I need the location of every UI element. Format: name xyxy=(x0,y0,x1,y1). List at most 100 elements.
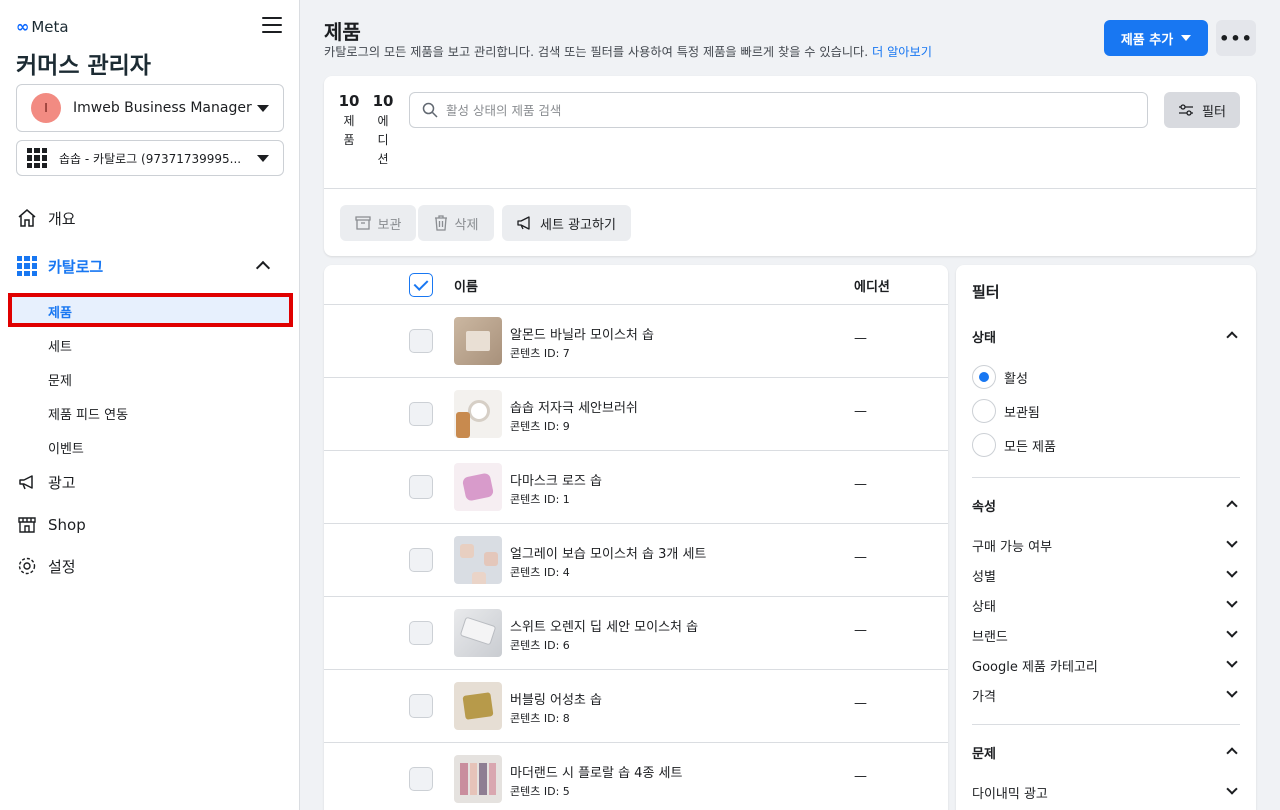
filter-attr-google-category[interactable]: Google 제품 카테고리 xyxy=(972,656,1240,675)
product-name[interactable]: 얼그레이 보습 모이스처 솝 3개 세트 xyxy=(510,543,706,562)
learn-more-link[interactable]: 더 알아보기 xyxy=(872,45,932,59)
delete-label: 삭제 xyxy=(454,217,479,233)
row-checkbox[interactable] xyxy=(409,329,433,353)
select-all-checkbox[interactable] xyxy=(409,273,433,297)
business-selector[interactable]: I Imweb Business Manager xyxy=(16,84,284,132)
product-content-id: 콘텐츠 ID: 5 xyxy=(510,785,570,798)
delete-button[interactable]: 삭제 xyxy=(418,205,494,241)
filter-attr-condition[interactable]: 상태 xyxy=(972,596,1240,615)
catalog-selector[interactable]: 솝솝 - 카탈로그 (97371739995... xyxy=(16,140,284,176)
radio-active[interactable]: 활성 xyxy=(972,365,1028,389)
product-edition: — xyxy=(854,550,867,565)
meta-brand-text: Meta xyxy=(31,17,69,36)
app-title: 커머스 관리자 xyxy=(16,53,151,79)
chevron-down-icon xyxy=(1226,566,1238,578)
radio-archived[interactable]: 보관됨 xyxy=(972,399,1040,423)
nav-overview[interactable]: 개요 xyxy=(16,207,76,229)
caret-down-icon xyxy=(257,104,269,112)
radio-all-products[interactable]: 모든 제품 xyxy=(972,433,1056,457)
row-checkbox[interactable] xyxy=(409,694,433,718)
filter-button[interactable]: 필터 xyxy=(1164,92,1240,128)
hamburger-menu-icon[interactable] xyxy=(262,17,282,35)
search-input[interactable] xyxy=(446,102,1147,118)
chevron-up-icon[interactable] xyxy=(1226,331,1238,343)
row-checkbox[interactable] xyxy=(409,621,433,645)
product-edition: — xyxy=(854,623,867,638)
archive-label: 보관 xyxy=(377,217,402,233)
product-edition: — xyxy=(854,404,867,419)
archive-button[interactable]: 보관 xyxy=(340,205,416,241)
radio-button[interactable] xyxy=(972,399,996,423)
table-row[interactable]: 알몬드 바닐라 모이스처 솝 콘텐츠 ID: 7 — xyxy=(324,305,948,378)
filter-panel: 필터 상태 활성 보관됨 모든 제품 속성 구매 가능 여부 성별 상태 브랜드… xyxy=(956,265,1256,810)
chevron-up-icon[interactable] xyxy=(255,260,271,276)
search-box[interactable] xyxy=(409,92,1148,128)
filter-attr-price[interactable]: 가격 xyxy=(972,686,1240,705)
radio-button[interactable] xyxy=(972,433,996,457)
row-checkbox[interactable] xyxy=(409,548,433,572)
nav-catalog-label: 카탈로그 xyxy=(48,257,104,276)
product-name[interactable]: 솝솝 저자극 세안브러쉬 xyxy=(510,397,638,416)
product-name[interactable]: 스위트 오렌지 딥 세안 모이스처 솝 xyxy=(510,616,698,635)
filter-section-status[interactable]: 상태 xyxy=(972,327,996,346)
nav-settings[interactable]: 설정 xyxy=(16,555,76,577)
gear-icon xyxy=(16,555,38,577)
nav-ads[interactable]: 광고 xyxy=(16,471,76,493)
table-row[interactable]: 솝솝 저자극 세안브러쉬 콘텐츠 ID: 9 — xyxy=(324,378,948,451)
megaphone-icon xyxy=(517,216,530,230)
sidebar-item-events[interactable]: 이벤트 xyxy=(48,438,84,457)
radio-button[interactable] xyxy=(972,365,996,389)
row-checkbox[interactable] xyxy=(409,402,433,426)
product-name[interactable]: 버블링 어성초 솝 xyxy=(510,689,602,708)
table-row[interactable]: 얼그레이 보습 모이스처 솝 3개 세트 콘텐츠 ID: 4 — xyxy=(324,524,948,597)
row-checkbox[interactable] xyxy=(409,475,433,499)
sidebar: ∞ Meta 커머스 관리자 I Imweb Business Manager … xyxy=(0,0,300,810)
filter-attr-gender[interactable]: 성별 xyxy=(972,566,1240,585)
product-name[interactable]: 알몬드 바닐라 모이스처 솝 xyxy=(510,324,654,343)
product-name[interactable]: 마더랜드 시 플로랄 솝 4종 세트 xyxy=(510,762,682,781)
page-description-text: 카탈로그의 모든 제품을 보고 관리합니다. 검색 또는 필터를 사용하여 특정… xyxy=(324,45,869,59)
table-header: 이름 에디션 xyxy=(324,265,948,305)
filter-section-issues[interactable]: 문제 xyxy=(972,743,996,762)
page-title: 제품 xyxy=(324,20,361,44)
filter-attr-brand[interactable]: 브랜드 xyxy=(972,626,1240,645)
more-options-button[interactable]: ••• xyxy=(1216,20,1256,56)
nav-catalog[interactable]: 카탈로그 xyxy=(16,255,103,277)
column-header-name[interactable]: 이름 xyxy=(454,276,478,295)
sidebar-item-feeds[interactable]: 제품 피드 연동 xyxy=(48,404,128,423)
meta-logo[interactable]: ∞ Meta xyxy=(16,17,69,36)
chevron-up-icon[interactable] xyxy=(1226,500,1238,512)
search-icon xyxy=(422,102,438,118)
caret-down-icon xyxy=(257,154,269,162)
filter-section-attributes[interactable]: 속성 xyxy=(972,496,996,515)
table-row[interactable]: 다마스크 로즈 솝 콘텐츠 ID: 1 — xyxy=(324,451,948,524)
nav-shop-label: Shop xyxy=(48,516,86,534)
add-product-button[interactable]: 제품 추가 xyxy=(1104,20,1208,56)
add-product-label: 제품 추가 xyxy=(1120,32,1174,48)
chevron-down-icon xyxy=(1226,536,1238,548)
table-row[interactable]: 마더랜드 시 플로랄 솝 4종 세트 콘텐츠 ID: 5 — xyxy=(324,743,948,810)
nav-shop[interactable]: Shop xyxy=(16,514,86,536)
column-header-edition[interactable]: 에디션 xyxy=(854,276,890,295)
sidebar-item-sets[interactable]: 세트 xyxy=(48,336,72,355)
business-avatar: I xyxy=(31,93,61,123)
product-content-id: 콘텐츠 ID: 9 xyxy=(510,420,570,433)
home-icon xyxy=(16,207,38,229)
product-name[interactable]: 다마스크 로즈 솝 xyxy=(510,470,602,489)
product-thumbnail xyxy=(454,536,502,584)
promote-set-button[interactable]: 세트 광고하기 xyxy=(502,205,631,241)
table-row[interactable]: 버블링 어성초 솝 콘텐츠 ID: 8 — xyxy=(324,670,948,743)
grid-icon xyxy=(27,148,47,168)
table-row[interactable]: 스위트 오렌지 딥 세안 모이스처 솝 콘텐츠 ID: 6 — xyxy=(324,597,948,670)
chevron-up-icon[interactable] xyxy=(1226,747,1238,759)
meta-infinity-icon: ∞ xyxy=(16,17,29,36)
filter-attr-availability[interactable]: 구매 가능 여부 xyxy=(972,536,1240,555)
product-edition: — xyxy=(854,769,867,784)
sidebar-item-issues[interactable]: 문제 xyxy=(48,370,72,389)
sidebar-item-products[interactable]: 제품 xyxy=(48,302,72,321)
product-content-id: 콘텐츠 ID: 1 xyxy=(510,493,570,506)
filter-issue-dynamic-ads[interactable]: 다이내믹 광고 xyxy=(972,783,1240,802)
editions-count: 10 에디션 xyxy=(372,92,394,166)
row-checkbox[interactable] xyxy=(409,767,433,791)
chevron-down-icon xyxy=(1226,686,1238,698)
